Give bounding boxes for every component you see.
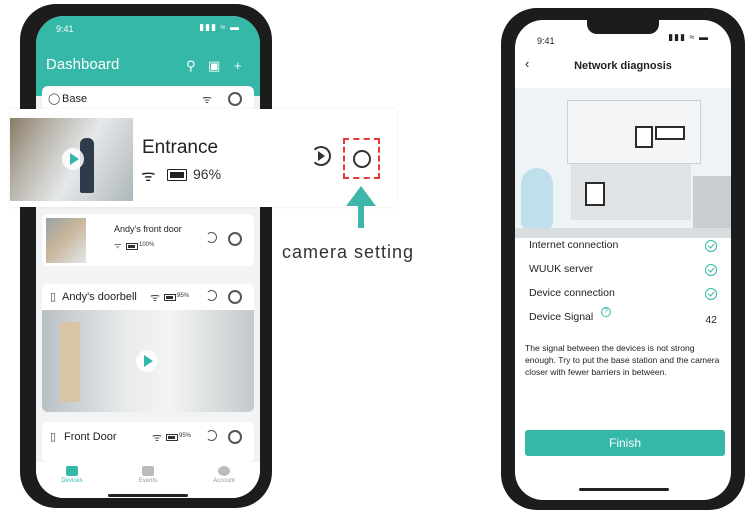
signal-icon: ᯤ [152,432,163,444]
settings-gear-icon[interactable] [228,290,242,304]
check-circle-icon [705,264,717,276]
bottom-nav: Devices Events Account [36,462,260,498]
play-icon[interactable] [62,148,84,170]
doorbell-icon: ▯ [50,291,57,303]
tree-shape [521,168,553,230]
home-indicator [108,494,188,497]
battery-level: 95% [179,433,192,439]
battery-level: 100% [139,242,155,248]
settings-gear-icon[interactable] [228,92,242,106]
arrow-up-icon [346,186,376,206]
doorbell-card[interactable]: ▯ Andy's doorbell ᯤ 95% [42,284,254,412]
wuuk-server-label: WUUK server [529,263,594,275]
nav-events[interactable]: Events [118,464,178,484]
status-time: 9:41 [56,24,74,34]
front-door-thumbnail[interactable] [46,218,86,263]
status-bar: 9:41 ▮▮▮ ≈ ▬ [515,20,731,46]
battery-icon [126,243,138,250]
window-shape [585,182,605,206]
account-icon [218,466,230,476]
replay-icon[interactable] [311,146,331,166]
page-title: Dashboard [46,56,120,73]
page-title: Network diagnosis [574,60,672,72]
settings-gear-icon[interactable] [228,430,242,444]
house-illustration [515,88,731,238]
nav-events-label: Events [138,478,158,484]
entrance-zoom-panel: Entrance ᯤ 96% [10,109,397,207]
battery-level: 96% [193,166,222,182]
battery-icon [167,169,187,181]
dashboard-screen: 9:41 ▮▮▮ ≈ ▬ Dashboard ⚲ ▣ + ◯ Base ᯤ An… [36,16,260,498]
doorbell-icon: ▯ [50,431,57,443]
dashboard-header: 9:41 ▮▮▮ ≈ ▬ Dashboard ⚲ ▣ + [36,16,260,96]
signal-icon: ᯤ [202,94,213,106]
battery-level: 95% [177,293,190,299]
left-phone: 9:41 ▮▮▮ ≈ ▬ Dashboard ⚲ ▣ + ◯ Base ᯤ An… [20,4,272,508]
device-connection-label: Device connection [529,287,615,299]
front-door-card[interactable]: Andy's front door ᯤ 100% [42,214,254,266]
signal-icon: ᯤ [141,168,156,185]
home-indicator [579,488,669,491]
check-circle-icon [705,240,717,252]
device-signal-value: 42 [705,314,717,326]
front-door-2-card[interactable]: ▯ Front Door ᯤ 95% [42,422,254,462]
entrance-title: Entrance [142,137,219,158]
qr-icon[interactable]: ▣ [208,58,220,74]
devices-icon [66,466,78,476]
events-icon [142,466,154,476]
base-icon: ◯ [48,93,61,105]
front-door-title: Andy's front door [114,224,182,234]
doorbell-title: Andy's doorbell [62,291,137,303]
signal-icon: ᯤ [114,241,122,250]
nav-devices[interactable]: Devices [42,464,102,484]
door-shape [60,322,80,402]
person-shape [80,138,94,193]
battery-icon [166,434,178,441]
base-title: Base [62,93,88,105]
doorbell-live-view[interactable] [42,310,254,412]
nav-devices-label: Devices [61,478,83,484]
garage-shape [693,176,731,232]
camera-setting-caption: camera setting [282,242,415,262]
replay-icon[interactable] [206,232,217,243]
settings-gear-icon[interactable] [228,232,242,246]
camera-settings-gear-icon[interactable] [353,150,371,168]
internet-connection-label: Internet connection [529,239,619,251]
status-time: 9:41 [537,36,555,46]
diagnosis-note: The signal between the devices is not st… [525,343,720,377]
replay-icon[interactable] [206,430,217,441]
signal-icon: ᯤ [150,292,161,304]
network-diagnosis-screen: 9:41 ▮▮▮ ≈ ▬ ‹ Network diagnosis Interne… [515,20,731,500]
finish-button[interactable]: Finish [525,430,725,456]
entrance-thumbnail[interactable] [10,118,133,201]
status-bar: 9:41 ▮▮▮ ≈ ▬ [36,16,260,38]
nav-account[interactable]: Account [194,464,254,484]
window-shape [655,126,685,140]
nav-header: ‹ Network diagnosis [515,54,731,78]
hub-icon[interactable]: ⚲ [186,58,196,74]
play-icon[interactable] [136,350,158,372]
device-signal-label: Device Signal [529,311,594,323]
arrow-stem [358,205,364,228]
window-shape [635,126,653,148]
status-icons: ▮▮▮ ≈ ▬ [199,22,240,32]
help-icon[interactable]: ? [601,307,611,317]
front-door-2-title: Front Door [64,431,117,443]
check-circle-icon [705,288,717,300]
right-phone: 9:41 ▮▮▮ ≈ ▬ ‹ Network diagnosis Interne… [501,8,745,510]
status-icons: ▮▮▮ ≈ ▬ [668,32,709,42]
replay-icon[interactable] [206,290,217,301]
plus-icon[interactable]: + [234,58,242,73]
nav-account-label: Account [213,478,235,484]
battery-icon [164,294,176,301]
ground-shape [515,228,731,238]
